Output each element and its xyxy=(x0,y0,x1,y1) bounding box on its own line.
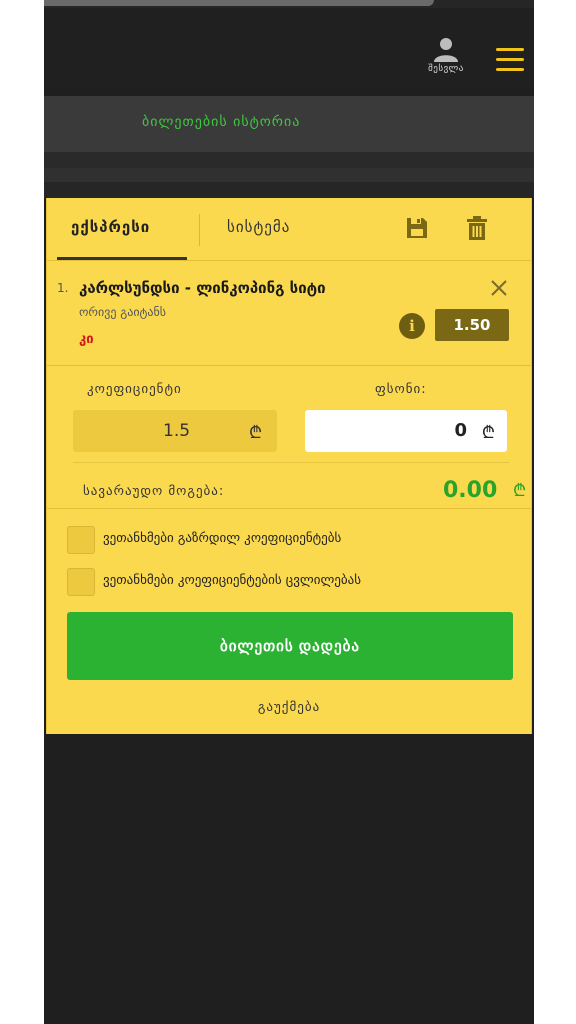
checkbox-label: ვეთანხმები გაზრდილ კოეფიციენტებს xyxy=(103,531,342,546)
lari-icon: ₾ xyxy=(249,423,263,443)
divider xyxy=(73,462,509,463)
stake-value: 0 xyxy=(454,420,467,441)
ticket-history-link[interactable]: ბილეთების ისტორია xyxy=(142,114,300,130)
stake-label: ფსონი: xyxy=(375,382,427,397)
coefficient-field: 1.5 ₾ xyxy=(73,410,277,452)
checkbox-box[interactable] xyxy=(67,526,95,554)
possible-win-value: 0.00 xyxy=(443,478,498,503)
info-icon[interactable]: i xyxy=(399,313,425,339)
cancel-button[interactable]: გაუქმება xyxy=(47,700,531,715)
lari-icon: ₾ xyxy=(481,423,495,443)
bet-item: 1. კარლსუნდსი - ლინკოპინგ სიტი ორივე გაი… xyxy=(47,261,531,365)
bet-slip: ექსპრესი სისტემა 1. კარლსუნდსი - ლინკოპი… xyxy=(46,198,532,734)
market-name: ორივე გაიტანს xyxy=(79,305,167,319)
trash-icon[interactable] xyxy=(467,216,487,240)
selection-name: კი xyxy=(79,332,94,347)
tab-system[interactable]: სისტემა xyxy=(227,218,290,236)
checkbox-label: ვეთანხმები კოეფიციენტების ცვლილებას xyxy=(103,573,362,588)
checkbox-box[interactable] xyxy=(67,568,95,596)
menu-icon[interactable] xyxy=(496,48,524,72)
bet-number: 1. xyxy=(57,281,69,295)
odd-badge: 1.50 xyxy=(435,309,509,341)
stake-calculator: კოეფიციენტი ფსონი: 1.5 ₾ 0 ₾ სავარაუდო მ… xyxy=(47,366,531,506)
login-button[interactable]: შესვლა xyxy=(422,36,470,74)
divider xyxy=(44,168,534,182)
save-icon[interactable] xyxy=(405,216,429,240)
slip-tabs: ექსპრესი სისტემა xyxy=(47,198,531,260)
status-bar xyxy=(44,0,434,6)
coefficient-value: 1.5 xyxy=(163,421,191,441)
stake-input[interactable]: 0 ₾ xyxy=(305,410,507,452)
app-header: შესვლა xyxy=(44,8,534,88)
divider xyxy=(47,508,531,509)
place-bet-button[interactable]: ბილეთის დადება xyxy=(67,612,513,680)
lari-icon: ₾ xyxy=(513,481,527,501)
history-bar: ბილეთების ისტორია xyxy=(44,96,534,152)
divider xyxy=(44,152,534,168)
coefficient-label: კოეფიციენტი xyxy=(87,382,182,397)
user-icon xyxy=(434,38,458,62)
login-label: შესვლა xyxy=(428,64,464,74)
tab-divider xyxy=(199,214,200,246)
divider xyxy=(44,182,534,198)
match-name: კარლსუნდსი - ლინკოპინგ სიტი xyxy=(79,279,326,297)
tab-express[interactable]: ექსპრესი xyxy=(71,218,150,236)
possible-win-label: სავარაუდო მოგება: xyxy=(83,484,225,499)
close-icon[interactable] xyxy=(489,278,509,298)
top-strip xyxy=(44,0,534,8)
